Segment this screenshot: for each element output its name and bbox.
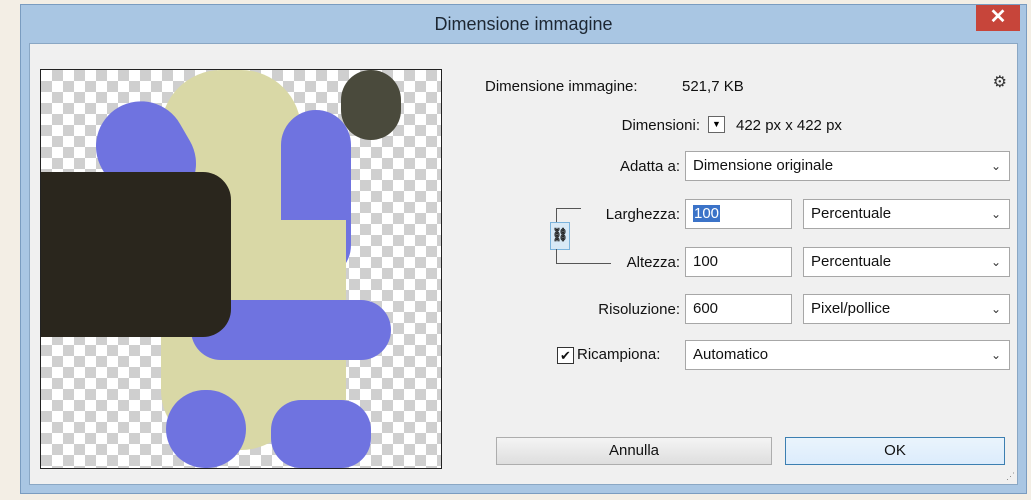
resize-grip-icon[interactable]: ⋰ — [1006, 471, 1015, 482]
dimensions-label: Dimensioni: — [621, 117, 700, 134]
chain-bracket-bottom-v — [556, 249, 557, 263]
chain-bracket-top — [556, 208, 581, 209]
chevron-down-icon: ⌄ — [990, 207, 1002, 221]
resample-label[interactable]: Ricampiona: — [577, 346, 660, 363]
height-unit-value: Percentuale — [811, 253, 892, 270]
preview-dark-shape — [341, 70, 401, 140]
close-icon: ✕ — [989, 6, 1007, 28]
image-size-label: Dimensione immagine: — [485, 78, 638, 95]
resolution-value: 600 — [693, 300, 719, 317]
width-label: Larghezza: — [605, 206, 680, 223]
close-button[interactable]: ✕ — [976, 5, 1020, 31]
dialog-body: Dimensione immagine: 521,7 KB ⚙ Dimensio… — [29, 43, 1018, 485]
image-preview[interactable] — [40, 69, 442, 469]
width-unit-select[interactable]: Percentuale ⌄ — [803, 199, 1010, 229]
resample-checkbox[interactable]: ✔ — [557, 347, 574, 364]
height-unit-select[interactable]: Percentuale ⌄ — [803, 247, 1010, 277]
height-value: 100 — [693, 253, 719, 270]
chain-bracket-top-v — [556, 208, 557, 222]
cancel-button[interactable]: Annulla — [496, 437, 772, 465]
resample-select[interactable]: Automatico ⌄ — [685, 340, 1010, 370]
dialog-title: Dimensione immagine — [434, 14, 613, 34]
resolution-unit-value: Pixel/pollice — [811, 300, 891, 317]
gear-icon[interactable]: ⚙ — [993, 72, 1007, 92]
chevron-down-icon: ⌄ — [990, 348, 1002, 362]
dimensions-value: 422 px x 422 px — [736, 117, 842, 134]
resolution-unit-select[interactable]: Pixel/pollice ⌄ — [803, 294, 1010, 324]
width-value: 100 — [693, 205, 721, 222]
chevron-down-icon: ⌄ — [990, 159, 1002, 173]
dialog-window: Dimensione immagine ✕ Dimensione immagin… — [20, 4, 1027, 494]
preview-blue-shape — [271, 400, 371, 468]
height-label: Altezza: — [626, 254, 680, 271]
chain-link-icon[interactable]: ⛓ — [550, 222, 570, 250]
fit-to-select[interactable]: Dimensione originale ⌄ — [685, 151, 1010, 181]
image-size-value: 521,7 KB — [682, 78, 744, 95]
resolution-input[interactable]: 600 — [685, 294, 792, 324]
fit-to-label: Adatta a: — [619, 158, 680, 175]
resolution-label: Risoluzione: — [598, 301, 680, 318]
preview-dark-rect — [41, 172, 231, 337]
resample-value: Automatico — [693, 346, 769, 363]
dialog-titlebar[interactable]: Dimensione immagine — [21, 5, 1026, 41]
chevron-down-icon: ⌄ — [990, 255, 1002, 269]
width-unit-value: Percentuale — [811, 205, 892, 222]
fit-to-value: Dimensione originale — [693, 157, 834, 174]
ok-button[interactable]: OK — [785, 437, 1005, 465]
dimensions-dropdown-icon[interactable]: ▼ — [708, 116, 725, 133]
width-input[interactable]: 100 — [685, 199, 792, 229]
preview-blue-shape — [166, 390, 246, 468]
height-input[interactable]: 100 — [685, 247, 792, 277]
chevron-down-icon: ⌄ — [990, 302, 1002, 316]
